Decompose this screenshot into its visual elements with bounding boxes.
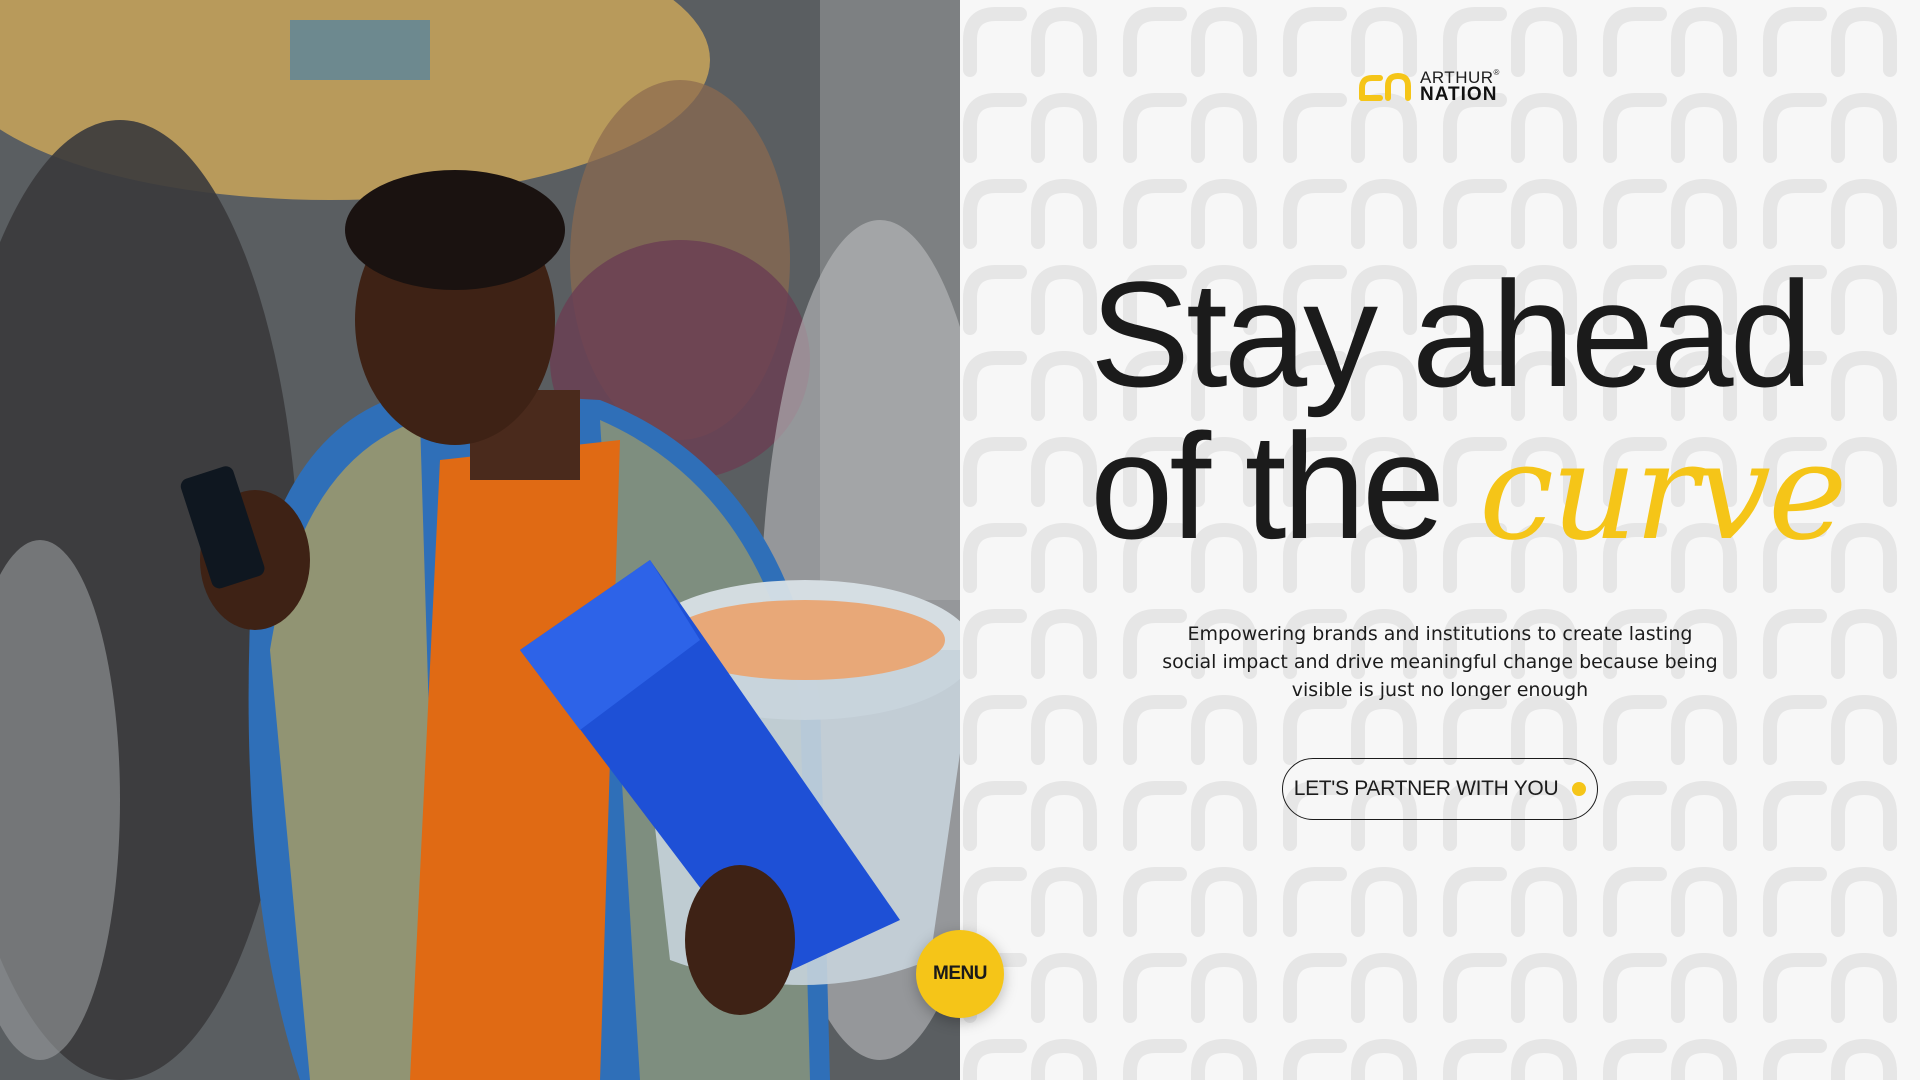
headline-line-1: Stay ahead bbox=[1090, 250, 1813, 418]
logo-wordmark: ARTHUR® NATION bbox=[1420, 67, 1500, 105]
yellow-dot-icon bbox=[1572, 782, 1587, 796]
menu-button[interactable]: MENU bbox=[916, 930, 1004, 1018]
logo-top-text: ARTHUR® bbox=[1420, 67, 1500, 87]
hero-headline: Stay ahead of the curve bbox=[1090, 258, 1850, 568]
partner-cta-button[interactable]: LET'S PARTNER WITH YOU bbox=[1282, 758, 1598, 820]
menu-label: MENU bbox=[933, 963, 987, 984]
hero-photo bbox=[0, 0, 960, 1080]
hero-content: ARTHUR® NATION Stay ahead of the curve E… bbox=[960, 0, 1920, 1080]
headline-accent-word: curve bbox=[1478, 414, 1847, 570]
logo-bottom-text: NATION bbox=[1420, 83, 1498, 105]
headline-line-2: of the bbox=[1090, 402, 1479, 570]
hero-subtext: Empowering brands and institutions to cr… bbox=[1162, 623, 1718, 701]
hero-photo-illustration bbox=[0, 0, 960, 1080]
brand-logo[interactable]: ARTHUR® NATION bbox=[1358, 68, 1528, 104]
arthur-nation-logo-icon bbox=[1359, 72, 1411, 101]
cta-label: LET'S PARTNER WITH YOU bbox=[1293, 777, 1559, 800]
